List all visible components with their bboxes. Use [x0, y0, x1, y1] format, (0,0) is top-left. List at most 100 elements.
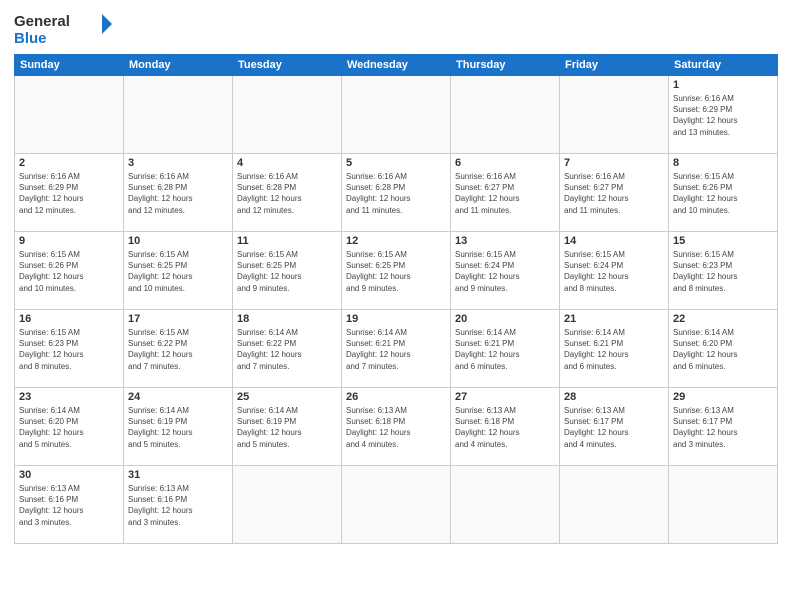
- day-number: 23: [19, 391, 119, 403]
- logo: General Blue: [14, 10, 114, 46]
- day-info: Sunrise: 6:16 AM Sunset: 6:27 PM Dayligh…: [455, 171, 555, 216]
- col-thursday: Thursday: [451, 55, 560, 76]
- day-info: Sunrise: 6:14 AM Sunset: 6:20 PM Dayligh…: [19, 405, 119, 450]
- calendar-cell: 18 Sunrise: 6:14 AM Sunset: 6:22 PM Dayli…: [233, 310, 342, 388]
- calendar-cell: 20Sunrise: 6:14 AM Sunset: 6:21 PM Dayli…: [451, 310, 560, 388]
- calendar-cell: [342, 466, 451, 544]
- day-info: Sunrise: 6:15 AM Sunset: 6:25 PM Dayligh…: [128, 249, 228, 294]
- day-info: Sunrise: 6:14 AM Sunset: 6:19 PM Dayligh…: [128, 405, 228, 450]
- day-info: Sunrise: 6:16 AM Sunset: 6:27 PM Dayligh…: [564, 171, 664, 216]
- calendar-cell: 9 Sunrise: 6:15 AM Sunset: 6:26 PM Daylig…: [15, 232, 124, 310]
- day-info: Sunrise: 6:14 AM Sunset: 6:20 PM Dayligh…: [673, 327, 773, 372]
- day-number: 22: [673, 313, 773, 325]
- calendar-cell: [451, 466, 560, 544]
- day-info: Sunrise: 6:16 AM Sunset: 6:29 PM Dayligh…: [19, 171, 119, 216]
- calendar-cell: 11Sunrise: 6:15 AM Sunset: 6:25 PM Dayli…: [233, 232, 342, 310]
- day-number: 9: [19, 235, 119, 247]
- day-info: Sunrise: 6:13 AM Sunset: 6:16 PM Dayligh…: [19, 483, 119, 528]
- day-info: Sunrise: 6:15 AM Sunset: 6:23 PM Dayligh…: [673, 249, 773, 294]
- svg-text:General: General: [14, 13, 70, 30]
- day-info: Sunrise: 6:14 AM Sunset: 6:21 PM Dayligh…: [346, 327, 446, 372]
- day-info: Sunrise: 6:14 AM Sunset: 6:21 PM Dayligh…: [564, 327, 664, 372]
- col-friday: Friday: [560, 55, 669, 76]
- day-number: 10: [128, 235, 228, 247]
- calendar-cell: 31 Sunrise: 6:13 AM Sunset: 6:16 PM Dayli…: [124, 466, 233, 544]
- calendar-cell: 7 Sunrise: 6:16 AM Sunset: 6:27 PM Daylig…: [560, 154, 669, 232]
- calendar-cell: [124, 76, 233, 154]
- day-info: Sunrise: 6:14 AM Sunset: 6:22 PM Dayligh…: [237, 327, 337, 372]
- calendar-cell: 3 Sunrise: 6:16 AM Sunset: 6:28 PM Daylig…: [124, 154, 233, 232]
- calendar-cell: 15 Sunrise: 6:15 AM Sunset: 6:23 PM Dayli…: [669, 232, 778, 310]
- generalblue-logo-icon: General Blue: [14, 10, 114, 46]
- calendar-week-row: 1 Sunrise: 6:16 AM Sunset: 6:29 PM Daylig…: [15, 76, 778, 154]
- day-number: 15: [673, 235, 773, 247]
- day-info: Sunrise: 6:13 AM Sunset: 6:17 PM Dayligh…: [564, 405, 664, 450]
- calendar-cell: 23 Sunrise: 6:14 AM Sunset: 6:20 PM Dayli…: [15, 388, 124, 466]
- day-info: Sunrise: 6:14 AM Sunset: 6:19 PM Dayligh…: [237, 405, 337, 450]
- day-number: 7: [564, 157, 664, 169]
- day-number: 27: [455, 391, 555, 403]
- day-info: Sunrise: 6:16 AM Sunset: 6:29 PM Dayligh…: [673, 93, 773, 138]
- day-number: 3: [128, 157, 228, 169]
- day-info: Sunrise: 6:13 AM Sunset: 6:18 PM Dayligh…: [455, 405, 555, 450]
- calendar-week-row: 16Sunrise: 6:15 AM Sunset: 6:23 PM Dayli…: [15, 310, 778, 388]
- calendar-week-row: 9 Sunrise: 6:15 AM Sunset: 6:26 PM Daylig…: [15, 232, 778, 310]
- calendar-cell: 25Sunrise: 6:14 AM Sunset: 6:19 PM Dayli…: [233, 388, 342, 466]
- calendar-week-row: 2 Sunrise: 6:16 AM Sunset: 6:29 PM Daylig…: [15, 154, 778, 232]
- calendar-cell: 14 Sunrise: 6:15 AM Sunset: 6:24 PM Dayli…: [560, 232, 669, 310]
- calendar-cell: 21Sunrise: 6:14 AM Sunset: 6:21 PM Dayli…: [560, 310, 669, 388]
- day-info: Sunrise: 6:13 AM Sunset: 6:17 PM Dayligh…: [673, 405, 773, 450]
- col-saturday: Saturday: [669, 55, 778, 76]
- day-info: Sunrise: 6:15 AM Sunset: 6:26 PM Dayligh…: [673, 171, 773, 216]
- day-info: Sunrise: 6:15 AM Sunset: 6:25 PM Dayligh…: [346, 249, 446, 294]
- calendar-table: Sunday Monday Tuesday Wednesday Thursday…: [14, 54, 778, 544]
- day-number: 31: [128, 469, 228, 481]
- calendar-header-row: Sunday Monday Tuesday Wednesday Thursday…: [15, 55, 778, 76]
- calendar-cell: [451, 76, 560, 154]
- day-number: 26: [346, 391, 446, 403]
- day-number: 13: [455, 235, 555, 247]
- calendar-cell: 1 Sunrise: 6:16 AM Sunset: 6:29 PM Daylig…: [669, 76, 778, 154]
- col-monday: Monday: [124, 55, 233, 76]
- calendar-cell: [15, 76, 124, 154]
- calendar-cell: 22 Sunrise: 6:14 AM Sunset: 6:20 PM Dayli…: [669, 310, 778, 388]
- col-wednesday: Wednesday: [342, 55, 451, 76]
- header: General Blue: [14, 10, 778, 46]
- day-number: 1: [673, 79, 773, 91]
- day-number: 12: [346, 235, 446, 247]
- calendar-cell: 29Sunrise: 6:13 AM Sunset: 6:17 PM Dayli…: [669, 388, 778, 466]
- day-info: Sunrise: 6:16 AM Sunset: 6:28 PM Dayligh…: [128, 171, 228, 216]
- calendar-cell: 19 Sunrise: 6:14 AM Sunset: 6:21 PM Dayli…: [342, 310, 451, 388]
- day-number: 20: [455, 313, 555, 325]
- day-info: Sunrise: 6:15 AM Sunset: 6:26 PM Dayligh…: [19, 249, 119, 294]
- day-number: 18: [237, 313, 337, 325]
- calendar-cell: 2 Sunrise: 6:16 AM Sunset: 6:29 PM Daylig…: [15, 154, 124, 232]
- day-number: 28: [564, 391, 664, 403]
- day-number: 11: [237, 235, 337, 247]
- calendar-cell: 13Sunrise: 6:15 AM Sunset: 6:24 PM Dayli…: [451, 232, 560, 310]
- calendar-cell: 24 Sunrise: 6:14 AM Sunset: 6:19 PM Dayli…: [124, 388, 233, 466]
- day-number: 17: [128, 313, 228, 325]
- calendar-cell: [560, 76, 669, 154]
- calendar-cell: [233, 466, 342, 544]
- day-info: Sunrise: 6:15 AM Sunset: 6:24 PM Dayligh…: [564, 249, 664, 294]
- day-info: Sunrise: 6:16 AM Sunset: 6:28 PM Dayligh…: [237, 171, 337, 216]
- calendar-cell: 12 Sunrise: 6:15 AM Sunset: 6:25 PM Dayli…: [342, 232, 451, 310]
- day-number: 2: [19, 157, 119, 169]
- calendar-cell: 30Sunrise: 6:13 AM Sunset: 6:16 PM Dayli…: [15, 466, 124, 544]
- calendar-cell: 28 Sunrise: 6:13 AM Sunset: 6:17 PM Dayli…: [560, 388, 669, 466]
- calendar-cell: 26Sunrise: 6:13 AM Sunset: 6:18 PM Dayli…: [342, 388, 451, 466]
- calendar-cell: 6Sunrise: 6:16 AM Sunset: 6:27 PM Daylig…: [451, 154, 560, 232]
- calendar-week-row: 23 Sunrise: 6:14 AM Sunset: 6:20 PM Dayli…: [15, 388, 778, 466]
- col-sunday: Sunday: [15, 55, 124, 76]
- calendar-cell: [233, 76, 342, 154]
- day-info: Sunrise: 6:15 AM Sunset: 6:23 PM Dayligh…: [19, 327, 119, 372]
- day-number: 24: [128, 391, 228, 403]
- day-number: 19: [346, 313, 446, 325]
- day-info: Sunrise: 6:13 AM Sunset: 6:16 PM Dayligh…: [128, 483, 228, 528]
- day-number: 14: [564, 235, 664, 247]
- calendar-cell: 4Sunrise: 6:16 AM Sunset: 6:28 PM Daylig…: [233, 154, 342, 232]
- svg-text:Blue: Blue: [14, 30, 47, 46]
- calendar-cell: [669, 466, 778, 544]
- calendar-cell: 10 Sunrise: 6:15 AM Sunset: 6:25 PM Dayli…: [124, 232, 233, 310]
